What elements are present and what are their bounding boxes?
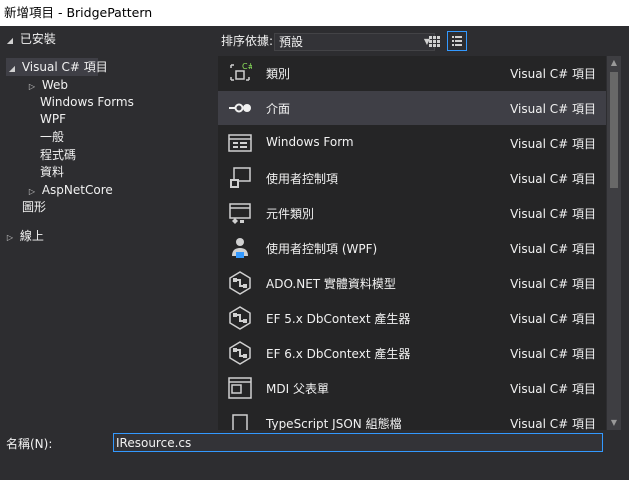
ef-generator-icon	[228, 341, 252, 365]
json-config-icon	[228, 411, 252, 430]
windows-form-icon	[228, 131, 252, 155]
toolbar: 排序依據: 預設 ▼	[218, 28, 629, 54]
tree-item-online[interactable]: ▷ 線上	[4, 227, 44, 245]
interface-icon	[228, 96, 252, 120]
name-bar: 名稱(N):	[0, 430, 629, 480]
svg-text:C#: C#	[242, 62, 252, 71]
tree-item-graphics[interactable]: 圖形	[22, 198, 46, 216]
template-name: Windows Form	[266, 135, 354, 149]
template-language: Visual C# 項目	[510, 312, 596, 326]
template-language: Visual C# 項目	[510, 102, 596, 116]
template-list-scrollbar[interactable]: ▲ ▼	[607, 56, 621, 430]
template-row-ef5-generator[interactable]: EF 5.x DbContext 產生器 Visual C# 項目	[218, 301, 606, 335]
data-model-icon	[228, 271, 252, 295]
template-language: Visual C# 項目	[510, 382, 596, 396]
window-title: 新增項目 - BridgePattern	[0, 0, 629, 26]
collapsed-arrow-icon[interactable]: ▷	[26, 78, 38, 96]
category-tree: ◢ 已安裝 ◢ Visual C# 項目 ▷ Web Windows Forms…	[0, 26, 215, 430]
tree-item-label: 已安裝	[19, 32, 56, 46]
template-name: 介面	[266, 102, 291, 116]
template-name: TypeScript JSON 組態檔	[266, 417, 402, 430]
sort-dropdown-value: 預設	[279, 35, 304, 49]
tree-item-label: 線上	[19, 229, 44, 243]
user-control-icon	[228, 166, 252, 190]
collapsed-arrow-icon[interactable]: ▷	[4, 229, 16, 247]
medium-icons-view-button[interactable]	[424, 31, 444, 51]
mdi-form-icon	[228, 376, 252, 400]
tree-item-installed[interactable]: ◢ 已安裝	[4, 30, 56, 48]
expanded-arrow-icon[interactable]: ◢	[4, 32, 16, 50]
scrollbar-thumb[interactable]	[610, 72, 618, 188]
tree-item-label: Visual C# 項目	[21, 60, 108, 74]
name-input[interactable]	[113, 433, 603, 452]
template-row-ef6-generator[interactable]: EF 6.x DbContext 產生器 Visual C# 項目	[218, 336, 606, 370]
dialog-main: ◢ 已安裝 ◢ Visual C# 項目 ▷ Web Windows Forms…	[0, 26, 629, 430]
tree-item-label: Web	[41, 78, 68, 92]
template-language: Visual C# 項目	[510, 242, 596, 256]
template-row-mdi-parent[interactable]: MDI 父表單 Visual C# 項目	[218, 371, 606, 405]
tree-item-label: AspNetCore	[41, 183, 113, 197]
tree-item-web[interactable]: ▷ Web	[26, 76, 68, 94]
template-language: Visual C# 項目	[510, 67, 596, 81]
template-language: Visual C# 項目	[510, 277, 596, 291]
template-row-windows-form[interactable]: Windows Form Visual C# 項目	[218, 126, 606, 160]
template-name: 元件類別	[266, 207, 315, 221]
tree-item-visual-csharp[interactable]: ◢ Visual C# 項目	[6, 58, 108, 78]
template-name: MDI 父表單	[266, 382, 329, 396]
template-row-interface[interactable]: 介面 Visual C# 項目	[218, 91, 606, 125]
scroll-down-arrow-icon[interactable]: ▼	[607, 416, 621, 430]
list-view-button[interactable]	[447, 31, 467, 51]
template-row-wpf-user-control[interactable]: 使用者控制項 (WPF) Visual C# 項目	[218, 231, 606, 265]
template-row-component-class[interactable]: 元件類別 Visual C# 項目	[218, 196, 606, 230]
tree-item-wpf[interactable]: WPF	[40, 110, 66, 128]
template-list: C# 類別 Visual C# 項目 介面 Visual C# 項目 Windo…	[218, 56, 606, 430]
template-language: Visual C# 項目	[510, 172, 596, 186]
tree-item-code[interactable]: 程式碼	[40, 146, 76, 164]
template-name: ADO.NET 實體資料模型	[266, 277, 396, 291]
template-language: Visual C# 項目	[510, 347, 596, 361]
class-icon: C#	[228, 61, 252, 85]
list-view-icon	[452, 36, 462, 46]
template-language: Visual C# 項目	[510, 417, 596, 430]
template-name: EF 5.x DbContext 產生器	[266, 312, 411, 326]
name-label: 名稱(N):	[6, 437, 53, 451]
ef-generator-icon	[228, 306, 252, 330]
template-name: EF 6.x DbContext 產生器	[266, 347, 411, 361]
template-row-typescript-json[interactable]: TypeScript JSON 組態檔 Visual C# 項目	[218, 406, 606, 430]
tree-item-general[interactable]: 一般	[40, 128, 64, 146]
template-row-class[interactable]: C# 類別 Visual C# 項目	[218, 56, 606, 90]
scroll-up-arrow-icon[interactable]: ▲	[607, 56, 621, 70]
tree-item-windows-forms[interactable]: Windows Forms	[40, 93, 134, 111]
sort-label: 排序依據:	[221, 34, 274, 48]
sort-dropdown[interactable]: 預設 ▼	[274, 33, 435, 51]
template-language: Visual C# 項目	[510, 207, 596, 221]
wpf-user-control-icon	[228, 236, 252, 260]
template-name: 使用者控制項	[266, 172, 339, 186]
template-language: Visual C# 項目	[510, 137, 596, 151]
template-row-user-control[interactable]: 使用者控制項 Visual C# 項目	[218, 161, 606, 195]
template-name: 類別	[266, 67, 291, 81]
template-name: 使用者控制項 (WPF)	[266, 242, 378, 256]
tree-item-data[interactable]: 資料	[40, 163, 64, 181]
expanded-arrow-icon[interactable]: ◢	[6, 60, 18, 78]
component-class-icon	[228, 201, 252, 225]
template-row-ado-net-model[interactable]: ADO.NET 實體資料模型 Visual C# 項目	[218, 266, 606, 300]
tree-item-aspnetcore[interactable]: ▷ AspNetCore	[26, 181, 113, 199]
grid-view-icon	[429, 36, 440, 47]
